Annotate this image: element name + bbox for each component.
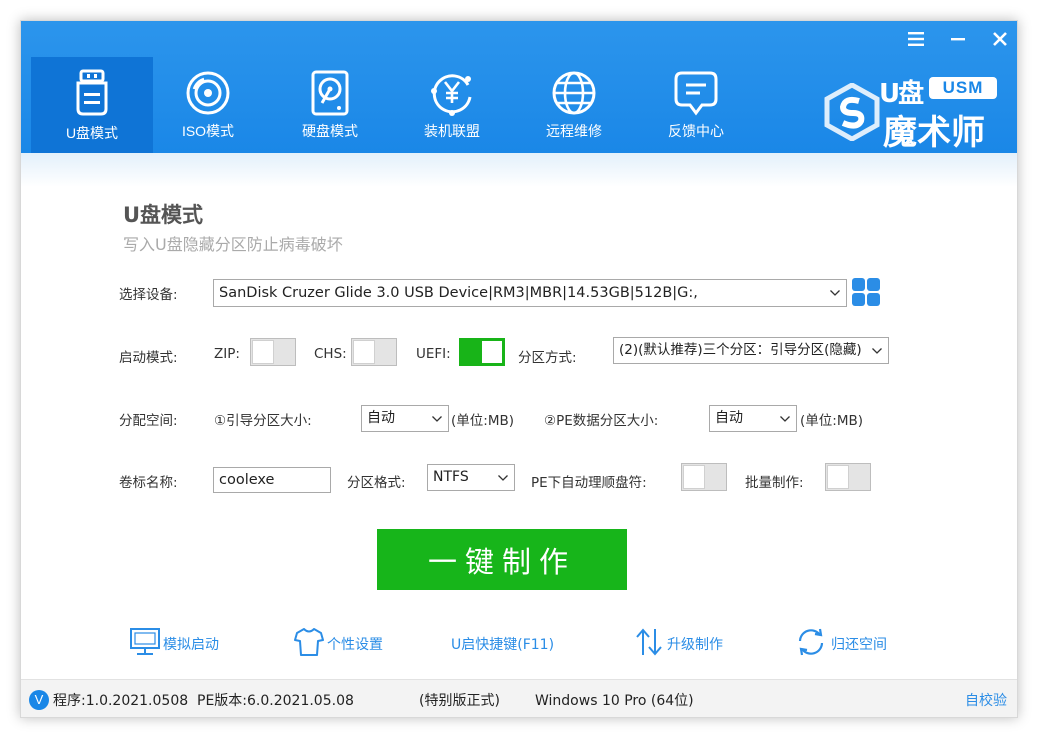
- tab-feedback-label: 反馈中心: [668, 123, 724, 139]
- tshirt-icon: [294, 628, 324, 656]
- toggle-knob: [683, 465, 705, 489]
- tab-alliance[interactable]: 装机联盟: [391, 63, 513, 153]
- yen-alliance-icon: [431, 74, 472, 116]
- upgrade-arrows-icon: [636, 628, 662, 656]
- tab-feedback[interactable]: 反馈中心: [635, 63, 757, 153]
- usb-drive-icon: [76, 69, 108, 116]
- boot-hotkey-link[interactable]: U启快捷键(F11): [451, 625, 581, 659]
- fs-select[interactable]: NTFS: [427, 464, 515, 491]
- tab-remote-repair-label: 远程维修: [546, 123, 602, 139]
- logo-name: 魔术师: [883, 113, 985, 153]
- partition-mode-select[interactable]: (2)(默认推荐)三个分区：引导分区(隐藏): [613, 337, 889, 364]
- uefi-toggle[interactable]: [459, 338, 505, 366]
- uefi-label: UEFI:: [416, 346, 451, 362]
- toggle-knob: [353, 340, 375, 364]
- status-bar: V 程序:1.0.2021.0508 PE版本:6.0.2021.05.08 (…: [21, 679, 1017, 717]
- boot-size-value: 自动: [367, 410, 395, 426]
- partition-mode-value: (2)(默认推荐)三个分区：引导分区(隐藏): [619, 342, 862, 358]
- logo-mark-icon: [824, 83, 880, 141]
- boot-size-unit: (单位:MB): [451, 413, 514, 429]
- tab-iso-mode[interactable]: ISO模式: [147, 63, 269, 153]
- fs-value: NTFS: [433, 469, 469, 485]
- version-badge: V: [29, 690, 49, 710]
- personalize-button[interactable]: 个性设置: [293, 625, 403, 659]
- app-logo: U盘 USM 魔术师: [801, 69, 1001, 153]
- app-window: U盘模式 ISO模式 硬盘模式 装机联盟 远程维修 反馈中心 U盘 USM 魔术…: [20, 20, 1018, 718]
- pe-version: PE版本:6.0.2021.05.08: [197, 693, 354, 709]
- device-grid-icon[interactable]: [851, 277, 881, 307]
- header-bar: U盘模式 ISO模式 硬盘模式 装机联盟 远程维修 反馈中心 U盘 USM 魔术…: [21, 21, 1017, 153]
- chs-label: CHS:: [314, 346, 347, 362]
- page-title: U盘模式: [123, 203, 204, 227]
- boot-hotkey-label: U启快捷键(F11): [451, 637, 555, 653]
- boot-size-select[interactable]: 自动: [361, 405, 449, 432]
- zip-toggle[interactable]: [250, 338, 296, 366]
- hard-drive-icon: [311, 70, 349, 116]
- monitor-icon: [130, 628, 160, 655]
- toggle-knob: [827, 465, 849, 489]
- simulate-boot-label: 模拟启动: [163, 637, 219, 653]
- volume-input[interactable]: coolexe: [213, 467, 331, 493]
- minimize-icon[interactable]: [943, 25, 973, 53]
- one-click-make-button[interactable]: 一键制作: [377, 529, 627, 590]
- tab-usb-mode[interactable]: U盘模式: [31, 57, 153, 153]
- tab-alliance-label: 装机联盟: [424, 123, 480, 139]
- edition-text: (特别版正式): [419, 693, 500, 709]
- tab-remote-repair[interactable]: 远程维修: [513, 63, 635, 153]
- alloc-label: 分配空间:: [119, 413, 178, 429]
- pe-size-unit: (单位:MB): [800, 413, 863, 429]
- self-verify-link[interactable]: 自校验: [965, 690, 1007, 710]
- chevron-down-icon: [430, 406, 444, 431]
- pe-auto-label: PE下自动理顺盘符:: [531, 475, 647, 491]
- pe-size-select[interactable]: 自动: [709, 405, 797, 432]
- batch-label: 批量制作:: [745, 475, 804, 491]
- pe-auto-toggle[interactable]: [681, 463, 727, 491]
- tab-usb-mode-label: U盘模式: [65, 125, 119, 141]
- pe-size-label: ②PE数据分区大小:: [544, 413, 659, 429]
- chevron-down-icon: [778, 406, 792, 431]
- restore-space-label: 归还空间: [831, 637, 887, 653]
- header-fade: [21, 153, 1017, 187]
- simulate-boot-button[interactable]: 模拟启动: [129, 625, 239, 659]
- restore-space-button[interactable]: 归还空间: [795, 625, 905, 659]
- tab-hdd-mode-label: 硬盘模式: [302, 123, 358, 139]
- os-text: Windows 10 Pro (64位): [535, 693, 694, 709]
- chevron-down-icon: [870, 338, 884, 363]
- batch-toggle[interactable]: [825, 463, 871, 491]
- personalize-label: 个性设置: [327, 637, 383, 653]
- upgrade-make-label: 升级制作: [667, 637, 723, 653]
- program-version: 程序:1.0.2021.0508: [53, 693, 189, 709]
- globe-icon: [552, 71, 596, 115]
- toggle-knob: [252, 340, 274, 364]
- chat-bubble-icon: [674, 71, 718, 116]
- device-select[interactable]: SanDisk Cruzer Glide 3.0 USB Device|RM3|…: [213, 279, 847, 307]
- fs-label: 分区格式:: [347, 475, 406, 491]
- toggle-knob: [481, 340, 503, 364]
- menu-icon[interactable]: [901, 25, 931, 53]
- device-select-value: SanDisk Cruzer Glide 3.0 USB Device|RM3|…: [219, 285, 698, 301]
- zip-label: ZIP:: [214, 346, 240, 362]
- tab-iso-mode-label: ISO模式: [181, 123, 235, 139]
- close-icon[interactable]: [985, 25, 1015, 53]
- volume-label: 卷标名称:: [119, 475, 178, 491]
- chs-toggle[interactable]: [351, 338, 397, 366]
- logo-badge: USM: [929, 77, 997, 99]
- tab-hdd-mode[interactable]: 硬盘模式: [269, 63, 391, 153]
- boot-mode-label: 启动模式:: [119, 350, 178, 366]
- pe-size-value: 自动: [715, 410, 743, 426]
- device-label: 选择设备:: [119, 287, 178, 303]
- disc-icon: [186, 71, 230, 115]
- chevron-down-icon: [496, 465, 510, 490]
- refresh-icon: [798, 628, 824, 656]
- boot-size-label: ①引导分区大小:: [214, 413, 312, 429]
- page-subtitle: 写入U盘隐藏分区防止病毒破坏: [123, 235, 343, 254]
- upgrade-make-button[interactable]: 升级制作: [633, 625, 743, 659]
- partition-mode-label: 分区方式:: [518, 350, 577, 366]
- chevron-down-icon: [828, 280, 842, 306]
